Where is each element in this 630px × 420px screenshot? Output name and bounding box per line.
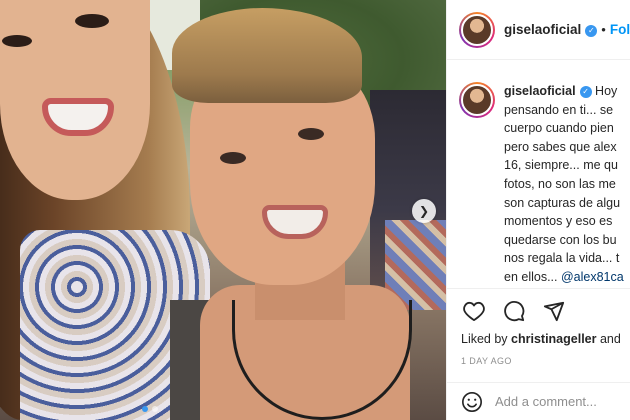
avatar[interactable] <box>459 82 495 118</box>
carousel-dot-active <box>142 406 148 412</box>
caption-username-link[interactable]: giselaoficial ✓ <box>504 84 595 98</box>
comment-bubble-icon <box>504 300 525 321</box>
caption-username: giselaoficial <box>504 84 576 98</box>
chevron-right-icon: ❯ <box>418 204 430 218</box>
liked-by-suffix: and <box>596 332 621 346</box>
caption-line: cuerpo cuando pien <box>504 121 614 136</box>
header-separator: • <box>601 22 606 37</box>
man-eye <box>220 152 246 164</box>
share-button[interactable] <box>541 298 567 324</box>
username-text: giselaoficial <box>504 22 582 37</box>
caption-line: fotos, no son las me <box>504 176 616 191</box>
action-bar <box>447 288 630 332</box>
post-timestamp[interactable]: 1 DAY AGO <box>461 356 512 366</box>
mention-link[interactable]: @alex81ca <box>561 270 624 284</box>
caption-line: 16, siempre... me qu <box>504 158 618 173</box>
avatar[interactable] <box>459 11 495 48</box>
liked-by-user-link[interactable]: christinageller <box>511 332 596 346</box>
post-header: giselaoficial ✓ • Fol <box>447 0 630 60</box>
caption-line: Hoy <box>595 84 618 98</box>
caption: giselaoficial ✓ Hoy pensando en ti... se … <box>459 82 630 287</box>
post-sidebar: giselaoficial ✓ • Fol giselaoficial ✓ Hoy … <box>446 0 630 420</box>
carousel-dot <box>152 406 158 412</box>
verified-badge-icon: ✓ <box>579 86 592 98</box>
comment-bar <box>447 382 630 420</box>
caption-line: pensando en ti... se <box>504 102 614 117</box>
likes-summary: Liked by christinageller and <box>461 332 621 346</box>
caption-text: giselaoficial ✓ Hoy pensando en ti... se … <box>504 82 630 287</box>
emoji-button[interactable] <box>461 391 483 413</box>
man-eye <box>298 128 324 140</box>
woman-eye <box>2 35 32 47</box>
like-button[interactable] <box>461 298 487 324</box>
caption-line: pero sabes que alex <box>504 139 617 154</box>
caption-line: son capturas de algu <box>504 195 621 210</box>
woman-eye <box>75 14 109 28</box>
comment-input[interactable] <box>495 394 630 409</box>
caption-line: momentos y eso es <box>504 214 613 229</box>
username-link[interactable]: giselaoficial ✓ <box>504 22 598 37</box>
comment-button[interactable] <box>501 298 527 324</box>
smiley-icon <box>462 391 482 412</box>
follow-button[interactable]: Fol <box>610 22 630 37</box>
caption-line: nos regala la vida... t <box>504 251 620 266</box>
heart-icon <box>463 301 485 321</box>
next-photo-button[interactable]: ❯ <box>412 199 436 223</box>
post-image[interactable]: ❯ <box>0 0 446 420</box>
caption-line: quedarse con los bu <box>504 232 617 247</box>
carousel-indicator <box>142 406 158 412</box>
man-hair <box>172 8 362 103</box>
verified-badge-icon: ✓ <box>585 25 598 37</box>
liked-by-prefix: Liked by <box>461 332 512 346</box>
paper-plane-icon <box>543 301 565 321</box>
caption-line: en ellos... <box>504 269 561 284</box>
